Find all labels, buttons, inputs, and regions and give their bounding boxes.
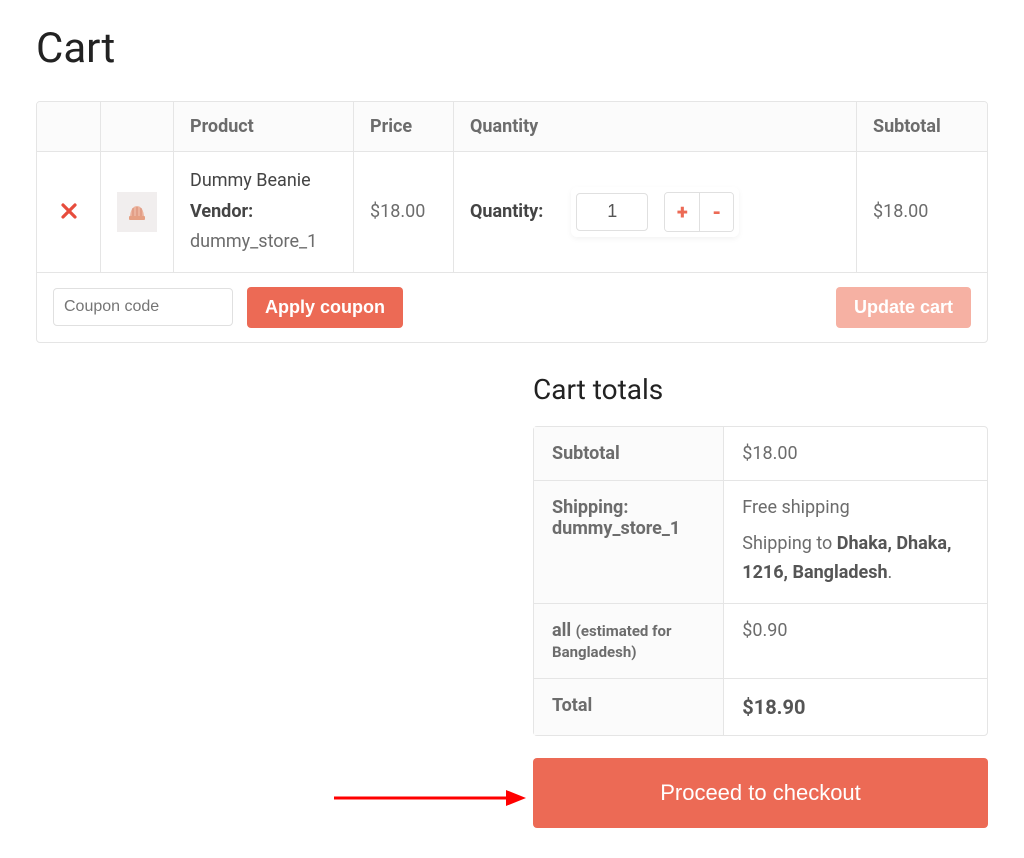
update-cart-button[interactable]: Update cart — [836, 287, 971, 328]
quantity-increase-button[interactable]: + — [665, 193, 699, 231]
col-thumb-header — [101, 102, 174, 152]
col-subtotal-header: Subtotal — [857, 102, 987, 152]
cart-row: Dummy Beanie Vendor: dummy_store_1 $18.0… — [37, 152, 987, 273]
cart-table: Product Price Quantity Subtotal — [36, 101, 988, 343]
proceed-to-checkout-button[interactable]: Proceed to checkout — [533, 758, 988, 828]
totals-shipping-label: Shipping: dummy_store_1 — [534, 481, 724, 605]
product-name[interactable]: Dummy Beanie — [190, 166, 337, 197]
apply-coupon-button[interactable]: Apply coupon — [247, 287, 403, 328]
shipping-method: Free shipping — [742, 497, 969, 518]
product-thumbnail[interactable] — [117, 192, 157, 232]
totals-total-label: Total — [534, 679, 724, 735]
minus-icon: - — [712, 200, 721, 224]
totals-tax-value: $0.90 — [724, 604, 987, 679]
col-quantity-header: Quantity — [454, 102, 857, 152]
totals-subtotal-label: Subtotal — [534, 427, 724, 481]
item-price: $18.00 — [354, 152, 454, 273]
close-icon — [61, 203, 77, 219]
quantity-widget: + - — [571, 187, 739, 237]
quantity-input[interactable] — [576, 193, 648, 231]
shipping-to-prefix: Shipping to — [742, 533, 837, 554]
coupon-input[interactable] — [53, 288, 233, 326]
quantity-label: Quantity: — [470, 201, 543, 222]
item-subtotal: $18.00 — [857, 152, 987, 273]
shipping-destination: Shipping to Dhaka, Dhaka, 1216, Banglade… — [742, 530, 969, 588]
annotation-arrow-icon — [330, 778, 530, 818]
beanie-icon — [125, 200, 149, 224]
col-product-header: Product — [174, 102, 354, 152]
cart-totals-section: Cart totals Subtotal $18.00 Shipping: du… — [533, 373, 988, 829]
vendor-name: dummy_store_1 — [190, 231, 317, 252]
vendor-label: Vendor: — [190, 201, 253, 222]
totals-tax-label: all (estimated for Bangladesh) — [534, 604, 724, 679]
shipping-to-suffix: . — [888, 562, 893, 583]
totals-total-value: $18.90 — [742, 695, 805, 719]
col-price-header: Price — [354, 102, 454, 152]
plus-icon: + — [677, 200, 688, 224]
remove-item-button[interactable] — [61, 200, 77, 224]
tax-label-main: all — [552, 620, 576, 641]
cart-totals-table: Subtotal $18.00 Shipping: dummy_store_1 … — [533, 426, 988, 737]
quantity-decrease-button[interactable]: - — [699, 193, 733, 231]
col-remove-header — [37, 102, 101, 152]
totals-subtotal-value: $18.00 — [724, 427, 987, 481]
cart-totals-title: Cart totals — [533, 373, 988, 406]
page-title: Cart — [36, 24, 988, 73]
